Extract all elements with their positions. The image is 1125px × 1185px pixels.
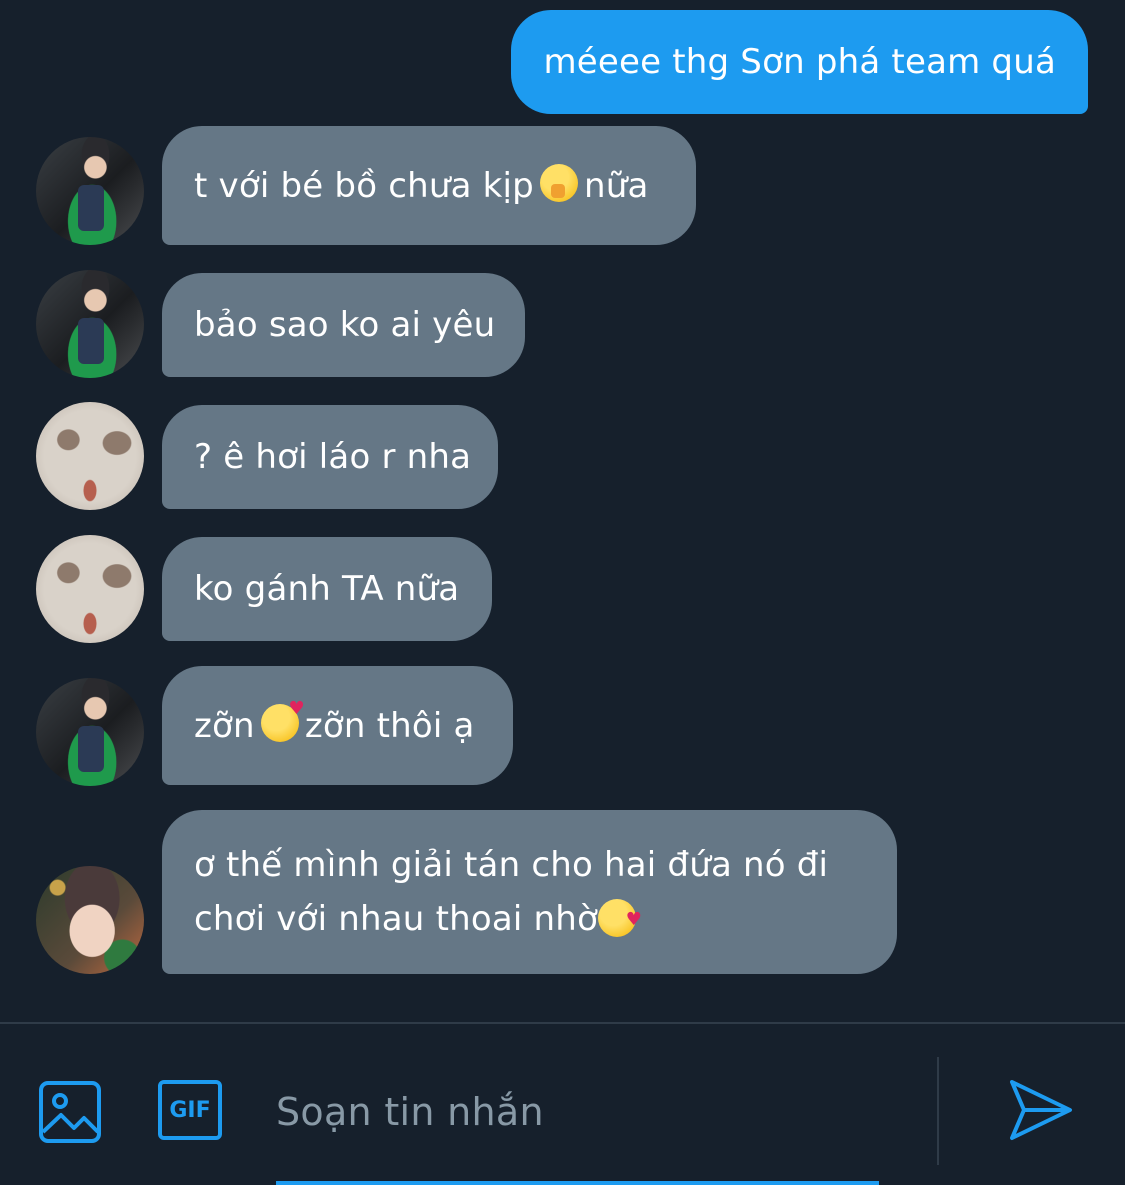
input-focus-underline (276, 1181, 879, 1185)
sender-avatar[interactable] (36, 270, 144, 378)
message-text: chơi với nhau thoai nhờ (194, 899, 599, 939)
smiling-face-with-hearts-emoji (260, 698, 305, 742)
message-composer: GIF Soạn tin nhắn (0, 1024, 1125, 1185)
message-text: méeee thg Sơn phá team quá (543, 42, 1056, 82)
incoming-message-bubble[interactable]: t với bé bồ chưa kịp nữa (162, 126, 696, 245)
sender-avatar[interactable] (36, 678, 144, 786)
send-icon[interactable] (1008, 1078, 1074, 1142)
incoming-message-bubble[interactable]: bảo sao ko ai yêu (162, 273, 525, 377)
message-line: ơ thế mình giải tán cho hai đứa nó đi (194, 838, 828, 892)
message-text: zỡn (194, 705, 255, 746)
conversation: méeee thg Sơn phá team quá t với bé bồ c… (0, 0, 1125, 1022)
sender-avatar[interactable] (36, 866, 144, 974)
sender-avatar[interactable] (36, 137, 144, 245)
message-text: zỡn thôi ạ (304, 705, 475, 746)
message-text: ? ê hơi láo r nha (194, 437, 472, 477)
smiling-face-with-hearts-emoji (598, 893, 642, 947)
composer-separator (937, 1057, 939, 1165)
incoming-message-bubble[interactable]: ? ê hơi láo r nha (162, 405, 498, 509)
message-text: t với bé bồ chưa kịp (194, 165, 534, 206)
sender-avatar[interactable] (36, 402, 144, 510)
message-text: ơ thế mình giải tán cho hai đứa nó đi (194, 845, 829, 885)
gif-label: GIF (169, 1097, 211, 1123)
message-text: bảo sao ko ai yêu (194, 305, 496, 345)
incoming-message-bubble[interactable]: ko gánh TA nữa (162, 537, 492, 641)
message-input-placeholder: Soạn tin nhắn (276, 1090, 544, 1134)
gif-button[interactable]: GIF (158, 1080, 222, 1144)
message-line: chơi với nhau thoai nhờ (194, 892, 642, 947)
sender-avatar[interactable] (36, 535, 144, 643)
incoming-message-bubble[interactable]: zỡn zỡn thôi ạ (162, 666, 513, 785)
message-text: ko gánh TA nữa (194, 569, 460, 609)
message-text: nữa (583, 165, 649, 206)
shushing-face-emoji (539, 163, 578, 202)
image-icon[interactable] (38, 1080, 102, 1144)
incoming-message-bubble[interactable]: ơ thế mình giải tán cho hai đứa nó đi ch… (162, 810, 897, 974)
outgoing-message-bubble[interactable]: méeee thg Sơn phá team quá (511, 10, 1088, 114)
message-input[interactable]: Soạn tin nhắn (276, 1084, 876, 1140)
